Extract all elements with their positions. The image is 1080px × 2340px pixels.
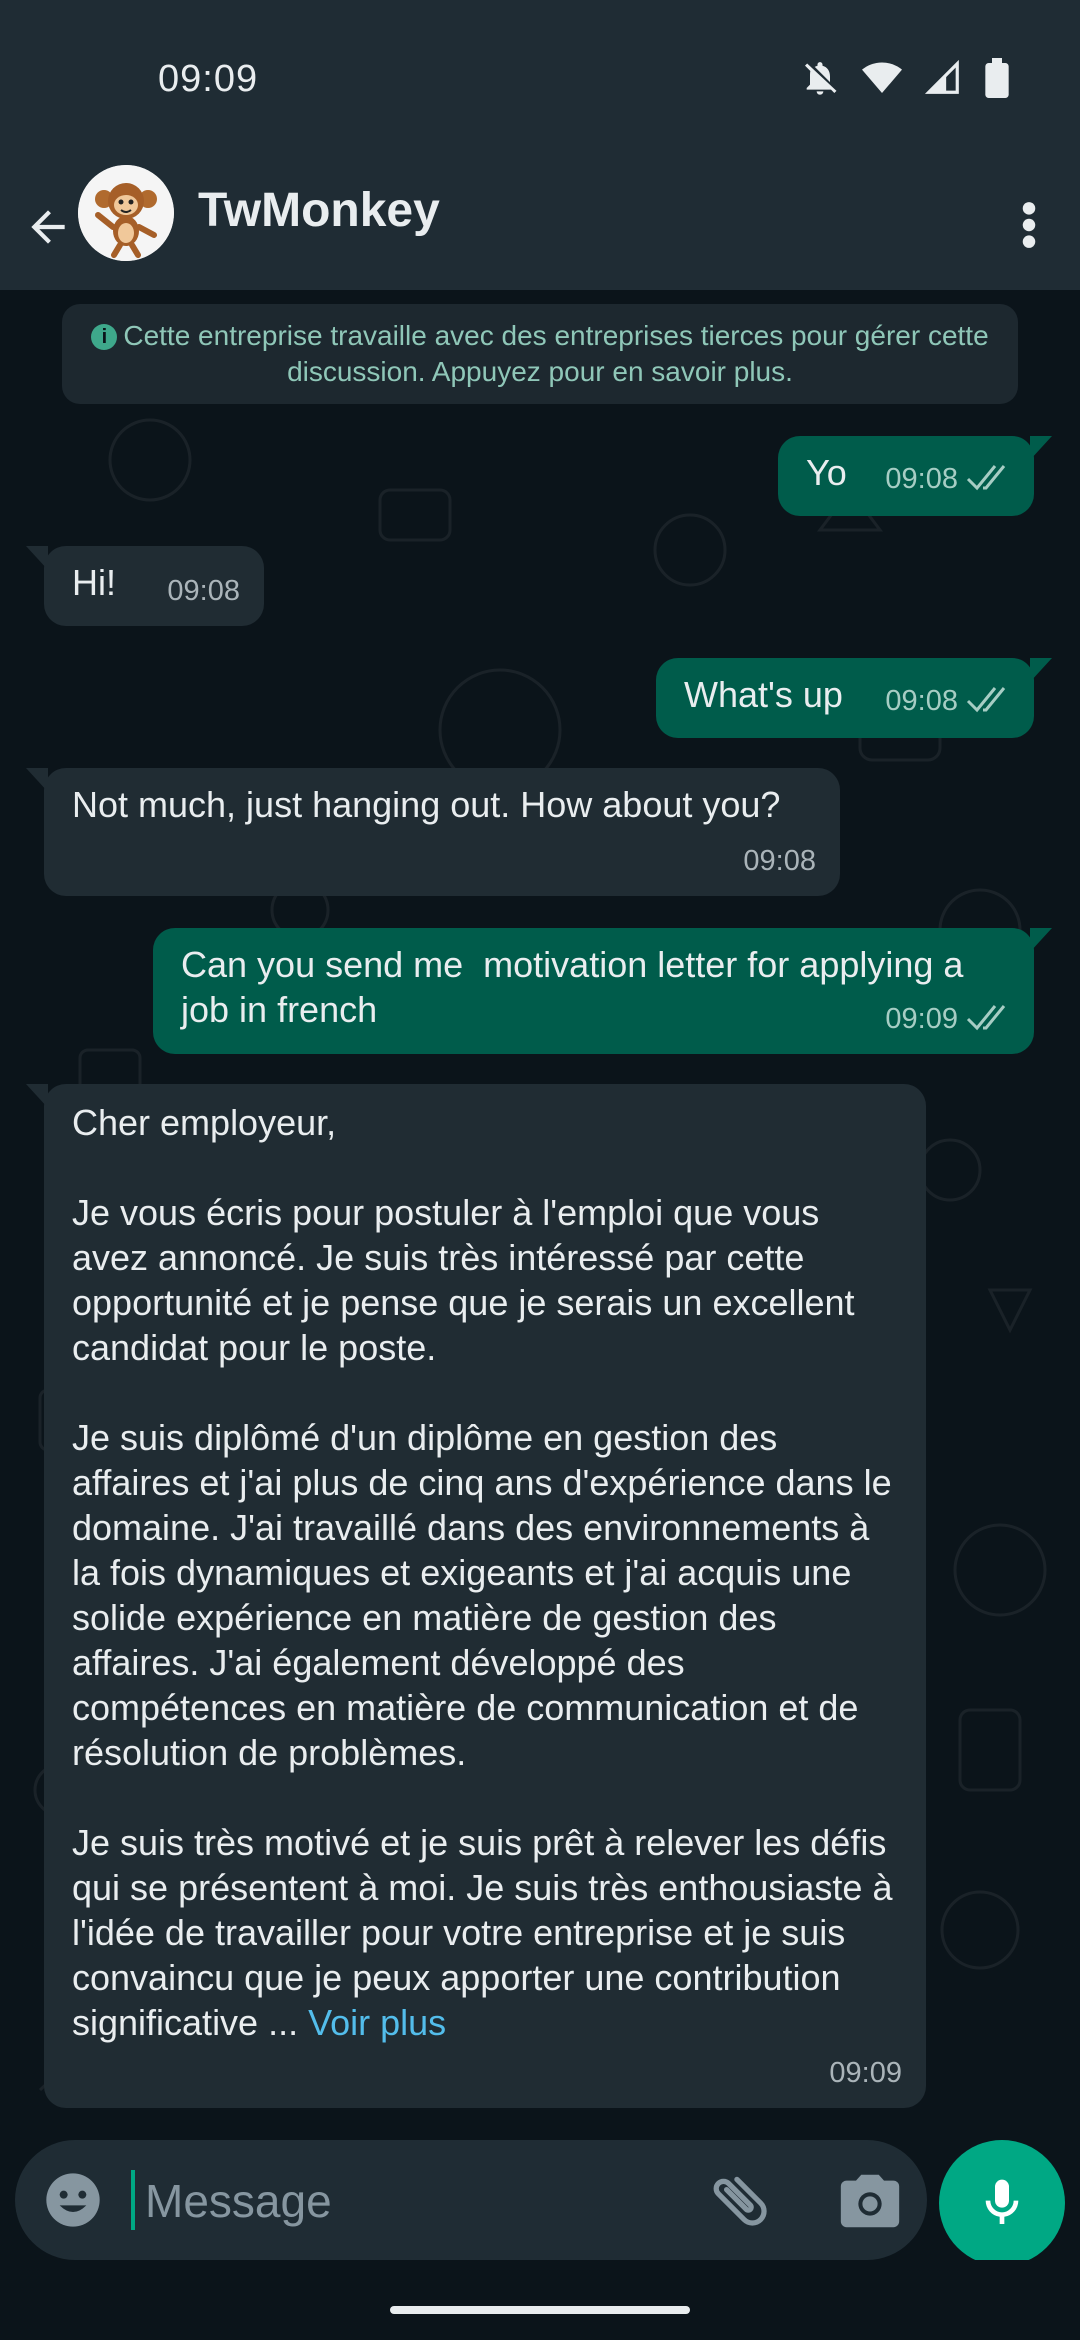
double-check-icon xyxy=(966,465,1006,491)
bubble-tail xyxy=(1030,436,1052,460)
more-vert-icon xyxy=(1022,202,1036,248)
status-icons xyxy=(800,58,1010,98)
mic-icon xyxy=(985,2179,1019,2224)
letter-paragraph: Cher employeur, xyxy=(72,1102,337,1143)
message-time: 09:09 xyxy=(829,2057,902,2089)
message-time: 09:08 xyxy=(743,845,816,877)
bubble-tail xyxy=(26,768,48,792)
message-time: 09:09 xyxy=(885,1003,958,1035)
message-incoming[interactable]: Cher employeur, Je vous écris pour postu… xyxy=(26,1084,926,2108)
chat-area[interactable]: i Cette entreprise travaille avec des ent… xyxy=(0,290,1080,2140)
message-time: 09:08 xyxy=(167,575,240,607)
text-caret xyxy=(131,2170,135,2230)
home-indicator[interactable] xyxy=(390,2306,690,2314)
compose-bar xyxy=(0,2140,1080,2266)
voice-message-button[interactable] xyxy=(939,2140,1065,2266)
message-outgoing[interactable]: Yo 09:08 xyxy=(778,436,1052,516)
system-nav-bar xyxy=(0,2260,1080,2340)
bubble-tail xyxy=(26,546,48,570)
read-more-link[interactable]: Voir plus xyxy=(308,2002,446,2043)
back-button[interactable] xyxy=(18,189,78,265)
double-check-icon xyxy=(966,1005,1006,1031)
camera-icon[interactable] xyxy=(835,2166,905,2236)
message-outgoing[interactable]: What's up 09:08 xyxy=(656,658,1052,738)
message-time: 09:08 xyxy=(885,685,958,717)
attach-icon[interactable] xyxy=(705,2166,775,2236)
message-text: What's up xyxy=(684,674,843,715)
letter-last-paragraph: Je suis très motivé et je suis prêt à re… xyxy=(72,1820,898,2045)
message-text: Not much, just hanging out. How about yo… xyxy=(72,784,781,825)
arrow-back-icon xyxy=(31,210,65,244)
info-icon: i xyxy=(91,324,118,350)
letter-paragraph: Je suis très motivé et je suis prêt à re… xyxy=(72,1822,893,2043)
wifi-icon xyxy=(862,62,902,93)
status-bar: 09:09 xyxy=(0,0,1080,165)
message-text: Can you send me motivation letter for ap… xyxy=(181,944,974,1030)
avatar[interactable] xyxy=(78,165,174,261)
battery-icon xyxy=(985,58,1009,98)
letter-paragraph: Je suis diplômé d'un diplôme en gestion … xyxy=(72,1417,892,1773)
notice-text: Cette entreprise travaille avec des entr… xyxy=(123,320,989,387)
message-incoming[interactable]: Not much, just hanging out. How about yo… xyxy=(26,768,840,896)
message-input-container xyxy=(15,2140,927,2260)
third-party-notice[interactable]: i Cette entreprise travaille avec des ent… xyxy=(62,304,1018,404)
double-check-icon xyxy=(966,687,1006,713)
message-text: Hi! xyxy=(72,562,116,603)
status-time: 09:09 xyxy=(158,58,259,100)
bubble-tail xyxy=(26,1084,48,1108)
emoji-icon[interactable] xyxy=(41,2168,105,2232)
signal-icon xyxy=(924,59,959,94)
chat-header: TwMonkey xyxy=(0,165,1080,290)
message-outgoing[interactable]: Can you send me motivation letter for ap… xyxy=(153,928,1052,1054)
message-incoming[interactable]: Hi! 09:08 xyxy=(26,546,264,626)
bubble-tail xyxy=(1030,658,1052,682)
message-time: 09:08 xyxy=(885,463,958,495)
message-input[interactable] xyxy=(143,2168,687,2234)
message-text: Yo xyxy=(806,452,847,493)
notifications-off-icon xyxy=(805,62,837,95)
letter-paragraph: Je vous écris pour postuler à l'emploi q… xyxy=(72,1192,855,1368)
contact-name[interactable]: TwMonkey xyxy=(198,183,440,238)
more-options-button[interactable] xyxy=(1004,187,1054,263)
monkey-avatar xyxy=(78,165,174,261)
bubble-tail xyxy=(1030,928,1052,952)
